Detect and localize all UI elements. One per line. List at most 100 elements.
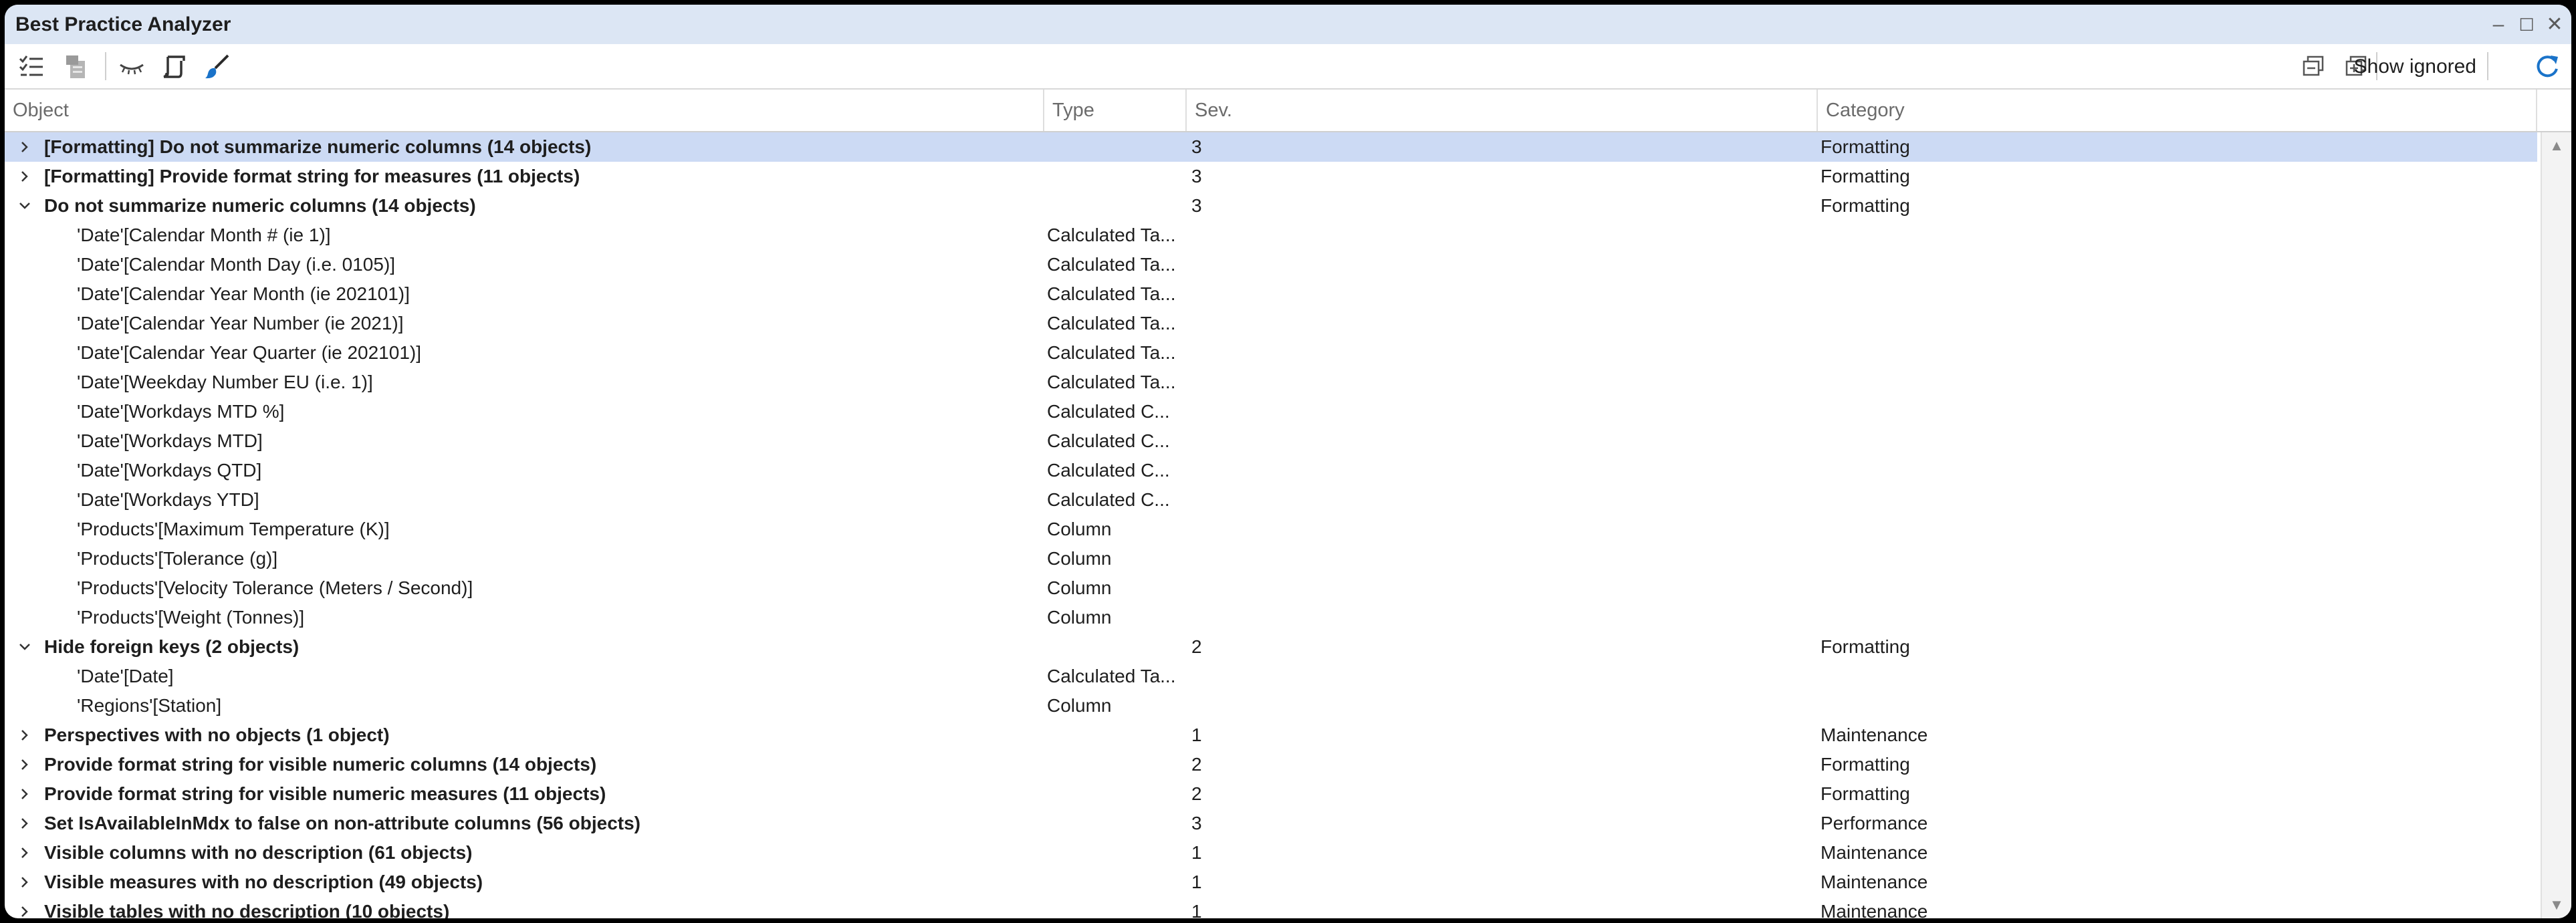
chevron-right-icon[interactable] [18,817,31,830]
category-cell: Formatting [1821,166,1910,186]
object-row[interactable]: 'Date'[Workdays MTD] Calculated C... [5,426,2537,456]
object-row[interactable]: 'Date'[Date] Calculated Ta... [5,662,2537,691]
category-cell [1821,573,2529,603]
severity-cell [1191,338,1806,368]
toolbar-separator [2487,52,2488,80]
rule-group-row[interactable]: Hide foreign keys (2 objects) 2 Formatting [5,632,2537,662]
object-row[interactable]: 'Regions'[Station] Column [5,691,2537,720]
type-cell [1047,897,1184,918]
chevron-right-icon[interactable] [18,846,31,860]
object-row[interactable]: 'Date'[Calendar Year Quarter (ie 202101)… [5,338,2537,368]
severity-cell: 1 [1191,724,1202,745]
category-cell: Formatting [1821,136,1910,157]
severity-cell [1191,456,1806,485]
chevron-right-icon[interactable] [18,787,31,801]
type-cell [1047,809,1184,838]
severity-cell [1191,485,1806,515]
chevron-right-icon[interactable] [18,170,31,183]
object-cell: 'Date'[Calendar Year Quarter (ie 202101)… [77,342,422,363]
ignore-eye-icon[interactable] [118,53,145,80]
chevron-right-icon[interactable] [18,140,31,154]
category-cell: Formatting [1821,754,1910,775]
object-row[interactable]: 'Date'[Workdays YTD] Calculated C... [5,485,2537,515]
object-row[interactable]: 'Date'[Weekday Number EU (i.e. 1)] Calcul… [5,368,2537,397]
type-cell: Column [1047,695,1112,716]
object-cell: Set IsAvailableInMdx to false on non-att… [44,813,640,833]
type-cell [1047,750,1184,779]
chevron-right-icon[interactable] [18,876,31,889]
object-cell: Provide format string for visible numeri… [44,783,606,804]
column-header-severity[interactable]: Sev. [1187,90,1818,131]
type-cell [1047,720,1184,750]
type-cell [1047,162,1184,191]
rule-group-row[interactable]: [Formatting] Provide format string for m… [5,162,2537,191]
category-cell: Formatting [1821,636,1910,657]
type-cell [1047,779,1184,809]
refresh-icon[interactable] [2534,53,2561,80]
severity-cell: 2 [1191,636,1202,657]
object-row[interactable]: 'Date'[Calendar Month Day (i.e. 0105)] Ca… [5,250,2537,279]
object-row[interactable]: 'Date'[Calendar Year Month (ie 202101)] C… [5,279,2537,309]
object-row[interactable]: 'Products'[Tolerance (g)] Column [5,544,2537,573]
category-cell [1821,515,2529,544]
type-cell [1047,132,1184,162]
rule-group-row[interactable]: Visible measures with no description (49… [5,868,2537,897]
column-header-category[interactable]: Category [1818,90,2537,131]
show-ignored-toggle[interactable]: Show ignored [2354,55,2476,78]
category-cell: Maintenance [1821,872,1928,892]
object-cell: 'Date'[Date] [77,666,174,686]
chevron-down-icon[interactable] [18,640,31,654]
type-cell: Column [1047,577,1112,598]
column-header-row: Object Type Sev. Category [5,90,2571,132]
severity-cell: 3 [1191,813,1202,833]
type-cell: Calculated Ta... [1047,666,1176,686]
chevron-right-icon[interactable] [18,905,31,918]
category-cell [1821,309,2529,338]
object-row[interactable]: 'Date'[Calendar Year Number (ie 2021)] Ca… [5,309,2537,338]
column-header-type[interactable]: Type [1044,90,1187,131]
brush-icon[interactable] [204,53,231,80]
collapse-all-icon[interactable] [2300,53,2327,80]
category-cell [1821,456,2529,485]
chevron-right-icon[interactable] [18,758,31,771]
rule-group-row[interactable]: Provide format string for visible numeri… [5,750,2537,779]
object-row[interactable]: 'Products'[Velocity Tolerance (Meters / … [5,573,2537,603]
rule-group-row[interactable]: Perspectives with no objects (1 object) 1… [5,720,2537,750]
scroll-thumb[interactable] [2550,164,2563,886]
rule-group-row[interactable]: Do not summarize numeric columns (14 obj… [5,191,2537,221]
minimize-button[interactable]: – [2483,10,2514,39]
vertical-scrollbar[interactable]: ▲ ▼ [2541,132,2571,918]
severity-cell [1191,309,1806,338]
object-row[interactable]: 'Date'[Workdays MTD %] Calculated C... [5,397,2537,426]
scroll-down-button[interactable]: ▼ [2542,892,2571,918]
object-row[interactable]: 'Date'[Workdays QTD] Calculated C... [5,456,2537,485]
category-cell [1821,544,2529,573]
close-button[interactable]: ✕ [2539,10,2570,39]
scroll-up-button[interactable]: ▲ [2542,132,2571,159]
object-cell: 'Date'[Workdays MTD] [77,430,263,451]
rule-group-row[interactable]: Set IsAvailableInMdx to false on non-att… [5,809,2537,838]
type-cell: Calculated Ta... [1047,225,1176,245]
column-header-object[interactable]: Object [5,90,1044,131]
severity-cell [1191,544,1806,573]
object-row[interactable]: 'Products'[Maximum Temperature (K)] Colum… [5,515,2537,544]
rule-group-row[interactable]: Provide format string for visible numeri… [5,779,2537,809]
type-cell: Calculated Ta... [1047,254,1176,275]
maximize-button[interactable]: ☐ [2511,10,2542,39]
rule-group-row[interactable]: [Formatting] Do not summarize numeric co… [5,132,2537,162]
severity-cell: 3 [1191,195,1202,216]
object-row[interactable]: 'Date'[Calendar Month # (ie 1)] Calculate… [5,221,2537,250]
type-cell: Calculated C... [1047,401,1170,422]
object-cell: Visible columns with no description (61 … [44,842,473,863]
rule-group-row[interactable]: Visible tables with no description (10 o… [5,897,2537,918]
rule-group-row[interactable]: Visible columns with no description (61 … [5,838,2537,868]
chevron-down-icon[interactable] [18,199,31,213]
apply-fix-icon[interactable] [64,53,90,80]
script-icon[interactable] [161,53,188,80]
type-cell: Calculated C... [1047,489,1170,510]
checklist-icon[interactable] [18,53,45,80]
chevron-right-icon[interactable] [18,729,31,742]
type-cell: Calculated Ta... [1047,313,1176,334]
severity-cell [1191,397,1806,426]
object-row[interactable]: 'Products'[Weight (Tonnes)] Column [5,603,2537,632]
